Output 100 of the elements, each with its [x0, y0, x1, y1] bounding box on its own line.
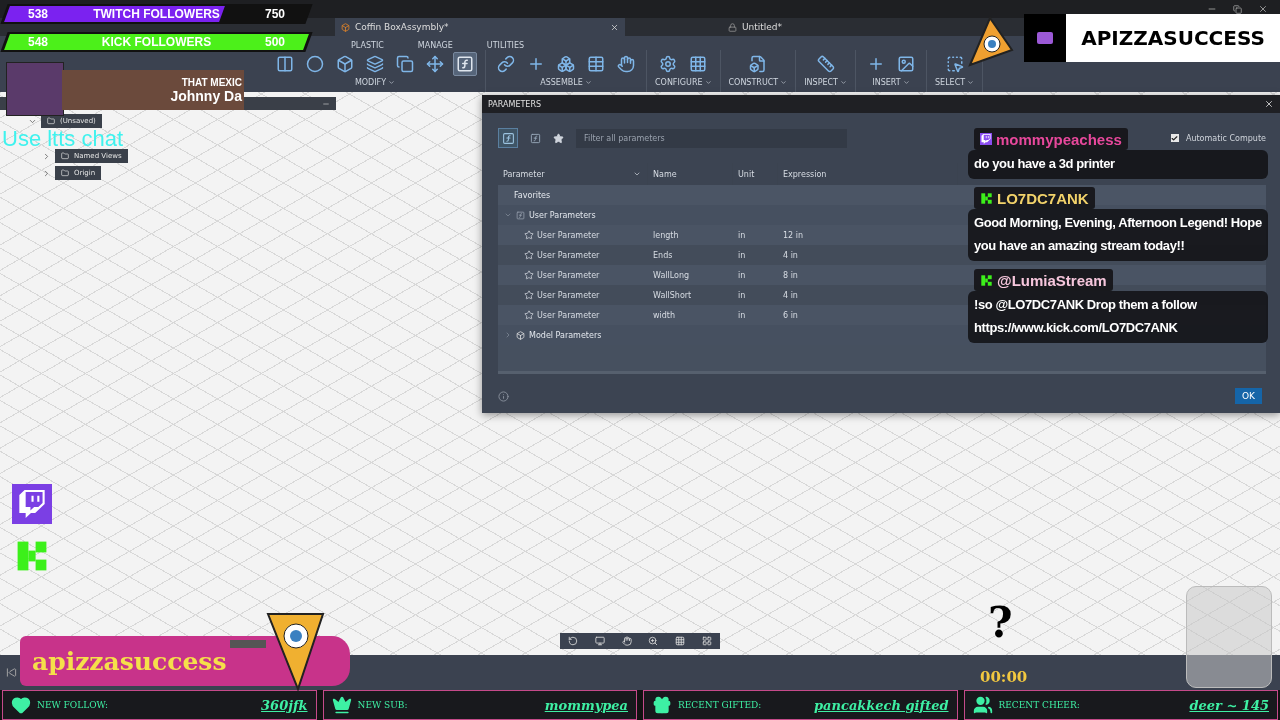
info-icon[interactable]	[498, 390, 509, 402]
function-icon[interactable]	[530, 132, 541, 144]
folder-icon	[47, 117, 55, 125]
close-icon[interactable]	[610, 22, 619, 32]
table-cell-text: WallShort	[652, 290, 693, 300]
table-cell-text: 12 in	[782, 230, 804, 240]
star-icon[interactable]	[524, 290, 534, 300]
star-icon[interactable]	[524, 250, 534, 260]
caret-icon[interactable]	[967, 79, 975, 86]
toolbar-tab[interactable]: UTILITIES	[486, 41, 525, 50]
caret-icon[interactable]	[388, 79, 396, 86]
chat-message: Good Morning, Evening, Afternoon Legend! Hope you have an amazing stream today!!	[968, 209, 1268, 261]
skip-back-icon[interactable]	[6, 667, 17, 678]
toolbar-group-label[interactable]: INSERT	[872, 78, 910, 87]
layout-icon[interactable]	[701, 636, 712, 646]
folder-icon	[61, 152, 69, 160]
table-cell-text: in	[737, 310, 747, 320]
banner-text: THAT MEXIC	[181, 76, 242, 88]
star-icon[interactable]	[524, 230, 534, 240]
function-icon	[516, 210, 525, 220]
alert-label: RECENT GIFTED:	[678, 700, 762, 710]
crown-icon	[331, 695, 352, 715]
function-icon[interactable]	[453, 52, 477, 76]
caret-icon[interactable]	[780, 79, 788, 86]
toolbar-group-label[interactable]: MODIFY	[354, 78, 396, 87]
gift-icon	[652, 695, 672, 715]
document-tab[interactable]: Untitled*	[625, 18, 885, 36]
toolbar-group-label[interactable]: ASSEMBLE	[540, 78, 592, 87]
banner-text: apizzasuccess	[32, 646, 227, 676]
goal-label: KICK FOLLOWERS	[101, 35, 212, 49]
expand-chevron-icon[interactable]	[42, 151, 51, 161]
function-icon	[501, 131, 515, 145]
caret-icon[interactable]	[633, 170, 641, 178]
pan-icon[interactable]	[621, 636, 632, 646]
zoom-icon[interactable]	[648, 636, 659, 646]
goal-count: 538	[28, 7, 49, 21]
toolbar-group-label[interactable]: INSPECT	[804, 78, 847, 87]
table-cell-text: 4 in	[782, 290, 799, 300]
table-cell-text: 8 in	[782, 270, 799, 280]
dialog-title: PARAMETERS	[488, 99, 542, 109]
timer: 00:00	[980, 668, 1028, 686]
tts-hint: Use ltts chat	[2, 129, 124, 149]
twitch-logo-icon	[12, 484, 52, 524]
caret-icon[interactable]	[902, 79, 910, 86]
goal-target: 500	[264, 35, 285, 49]
table-cell: User Parameter	[498, 230, 648, 240]
close-icon[interactable]	[1264, 99, 1274, 109]
alert-value: pancakkech gifted	[814, 697, 949, 713]
table-cell-text: in	[737, 230, 747, 240]
expand-chevron-icon[interactable]	[42, 168, 51, 178]
restore-icon[interactable]	[1233, 4, 1242, 14]
logo-icon	[980, 191, 993, 205]
table-cell-text: in	[737, 250, 747, 260]
toolbar-tab[interactable]: MANAGE	[417, 41, 453, 50]
section-label[interactable]: Model Parameters	[529, 330, 602, 340]
logo-mark-icon	[1036, 29, 1054, 47]
ok-button[interactable]: OK	[1235, 388, 1262, 404]
monitor-icon[interactable]	[595, 636, 605, 646]
alert-value: deer ~ 145	[1189, 697, 1269, 713]
question-mark: ?	[988, 598, 1013, 647]
star-icon[interactable]	[553, 132, 564, 144]
filter-field[interactable]: Filter all parameters	[576, 128, 847, 148]
alert-value: mommypea	[544, 697, 628, 713]
close-icon[interactable]	[1258, 4, 1268, 14]
heart-icon	[11, 695, 31, 715]
box-icon	[341, 22, 350, 32]
toolbar-group-label[interactable]: CONFIGURE	[655, 78, 712, 87]
toolbar-group-label[interactable]: CONSTRUCT	[728, 78, 788, 87]
table-cell: User Parameter	[498, 290, 648, 300]
toolbar-tab[interactable]: PLASTIC	[351, 41, 384, 50]
grid-icon[interactable]	[674, 636, 685, 646]
checkbox[interactable]	[1170, 134, 1179, 142]
table-cell-text: WallLong	[652, 270, 691, 280]
caret-icon[interactable]	[584, 79, 592, 86]
caret-icon[interactable]	[840, 79, 847, 86]
function-button[interactable]	[498, 128, 518, 148]
star-icon[interactable]	[524, 310, 534, 320]
table-cell-text: length	[652, 230, 680, 240]
alert-label: NEW FOLLOW:	[37, 700, 108, 710]
toolbar-group-label[interactable]: SELECT	[935, 78, 975, 87]
section-label[interactable]: User Parameters	[529, 210, 596, 220]
table-cell: User Parameter	[498, 270, 648, 280]
logo-text: APIZZASUCCESS	[1081, 26, 1265, 50]
star-icon[interactable]	[524, 270, 534, 280]
goal-count: 548	[28, 35, 49, 49]
document-tab[interactable]: Coffin BoxAssymbly*	[335, 18, 625, 36]
chat-username: @LumiaStream	[997, 271, 1107, 289]
lock-icon	[727, 22, 737, 32]
table-cell: User Parameter	[498, 250, 648, 260]
orbit-icon[interactable]	[568, 636, 579, 646]
checkbox-label[interactable]: Automatic Compute	[1185, 133, 1266, 143]
people-icon	[972, 695, 993, 715]
twitch-logo-icon	[980, 133, 992, 145]
logo-icon	[980, 273, 993, 287]
chat-username: LO7DC7ANK	[997, 189, 1089, 207]
alert-label: NEW SUB:	[357, 700, 408, 710]
table-cell-text: in	[737, 290, 747, 300]
chat-message: do you have a 3d printer	[968, 150, 1268, 179]
caret-icon[interactable]	[704, 79, 712, 86]
alert-label: RECENT CHEER:	[998, 700, 1080, 710]
